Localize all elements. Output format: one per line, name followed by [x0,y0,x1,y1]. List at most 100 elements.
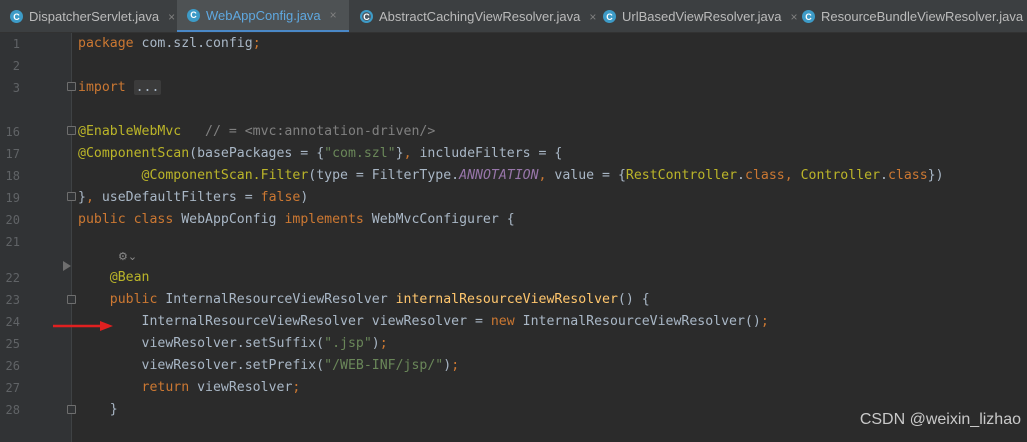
code-token: , [403,146,412,161]
code-line[interactable]: @EnableWebMvc // = <mvc:annotation-drive… [78,121,435,143]
red-arrow-annotation [53,321,113,331]
run-gutter-icon[interactable] [63,261,71,271]
code-token: viewResolver.setSuffix( [78,336,325,351]
line-number: 3 [12,81,20,95]
tab-label: DispatcherServlet.java [29,9,160,24]
fold-toggle-icon[interactable] [67,192,76,201]
editor-tab[interactable]: C DispatcherServlet.java × [0,0,176,32]
code-token: ".jsp" [324,336,372,351]
fold-toggle-icon[interactable] [67,82,76,91]
code-token: ; [760,314,769,329]
fold-toggle-icon[interactable] [67,295,76,304]
code-token: (basePackages = { [189,146,325,161]
code-token: ; [451,358,460,373]
code-token: ) [371,336,380,351]
code-line[interactable]: public class WebAppConfig implements Web… [78,209,515,231]
code-line[interactable]: package com.szl.config; [78,33,261,55]
line-number: 20 [5,213,20,227]
code-token: import [78,80,134,95]
code-token: internalResourceViewResolver [395,292,618,307]
watermark: CSDN @weixin_lizhao [859,411,1021,428]
code-line[interactable]: @ComponentScan.Filter(type = FilterType.… [78,165,944,187]
tab-label: AbstractCachingViewResolver.java [379,9,581,24]
close-icon[interactable]: × [168,10,175,24]
class-c-icon: C [10,10,23,23]
code-token: value = { [546,168,626,183]
code-token: @ComponentScan [78,146,190,161]
code-line[interactable]: return viewResolver; [78,377,301,399]
code-token: ; [252,36,261,51]
editor-tab[interactable]: C WebAppConfig.java × [177,0,349,32]
code-token: implements [284,212,372,227]
tab-label: UrlBasedViewResolver.java [622,9,782,24]
code-line[interactable]: } [78,399,118,421]
tab-label: ResourceBundleViewResolver.java [821,9,1024,24]
line-number: 16 [5,125,20,139]
code-line[interactable]: viewResolver.setPrefix("/WEB-INF/jsp/"); [78,355,460,377]
close-icon[interactable]: × [330,8,337,22]
code-token: class [745,168,785,183]
line-number: 19 [5,191,20,205]
editor-tab[interactable]: CResourceBundleViewResolver.java× [792,0,1027,32]
code-token: ) [300,190,309,205]
code-token: package [78,36,142,51]
code-token: ; [379,336,388,351]
line-number: 18 [5,169,20,183]
code-token: Controller [800,168,881,183]
gutter-separator [71,33,72,442]
code-line[interactable]: import ... [78,77,162,99]
code-token: , [784,168,793,183]
code-token: com.szl.config [141,36,253,51]
code-token: InternalResourceViewResolver viewResolve… [78,314,491,329]
line-number: 28 [5,403,20,417]
code-token: public class [78,212,182,227]
fold-toggle-icon[interactable] [67,405,76,414]
code-token: , [85,190,94,205]
code-token: "com.szl" [324,146,396,161]
line-number: 23 [5,293,20,307]
code-token: useDefaultFilters = [93,190,261,205]
code-line[interactable]: @ComponentScan(basePackages = {"com.szl"… [78,143,562,165]
line-number: 25 [5,337,20,351]
line-number: 2 [12,59,20,73]
class-c-icon: C [603,10,616,23]
code-token: includeFilters = { [411,146,563,161]
class-c-icon: C [802,10,815,23]
line-number: 1 [12,37,20,51]
code-token: @EnableWebMvc [78,124,182,139]
code-token: return [141,380,198,395]
line-number: 17 [5,147,20,161]
code-token: RestController [625,168,738,183]
code-token: . [880,168,888,183]
abstract-class-icon: C [360,10,373,23]
line-number: 26 [5,359,20,373]
code-token: viewResolver.setPrefix( [78,358,325,373]
code-token: false [260,190,301,205]
folded-imports[interactable]: ... [133,80,162,95]
bean-hint-icon[interactable]: ⚙⌄ [118,250,137,263]
code-token: WebMvcConfigurer { [371,212,515,227]
line-number: 22 [5,271,20,285]
fold-toggle-icon[interactable] [67,126,76,135]
code-line[interactable]: }, useDefaultFilters = false) [78,187,308,209]
code-token: viewResolver [197,380,293,395]
code-token: WebAppConfig [181,212,285,227]
code-token: } [78,190,86,205]
editor-tab-bar: C DispatcherServlet.java × C WebAppConfig.ja… [0,0,1027,33]
code-token: . [737,168,745,183]
code-token: InternalResourceViewResolver [165,292,396,307]
code-line[interactable]: @Bean [78,267,150,289]
code-token: }) [927,168,944,183]
editor-tab[interactable]: C AbstractCachingViewResolver.java × [350,0,596,32]
editor-tab[interactable]: C UrlBasedViewResolver.java × [593,0,797,32]
code-line[interactable]: viewResolver.setSuffix(".jsp"); [78,333,388,355]
code-line[interactable]: InternalResourceViewResolver viewResolve… [78,311,769,333]
code-token: (type = FilterType. [308,168,460,183]
code-token: public [109,292,166,307]
code-line[interactable]: public InternalResourceViewResolver inte… [78,289,650,311]
line-number: 24 [5,315,20,329]
